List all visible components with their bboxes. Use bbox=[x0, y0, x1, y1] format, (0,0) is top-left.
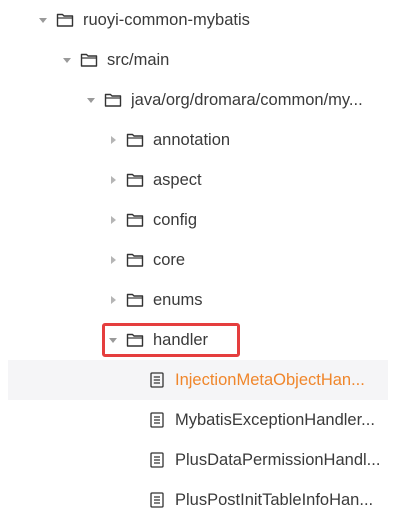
tree-node-label: ruoyi-common-mybatis bbox=[83, 10, 250, 29]
tree-node-label: PlusDataPermissionHandl... bbox=[175, 450, 381, 469]
folder-icon bbox=[126, 251, 144, 269]
tree-node-label: handler bbox=[153, 330, 209, 349]
tree-node-java-package[interactable]: java/org/dromara/common/my... bbox=[0, 80, 400, 120]
folder-icon bbox=[56, 11, 74, 29]
tree-node-label: annotation bbox=[153, 130, 231, 149]
folder-icon bbox=[126, 211, 144, 229]
file-icon bbox=[148, 371, 166, 389]
file-icon bbox=[148, 491, 166, 509]
tree-node-label: core bbox=[153, 250, 186, 269]
tree-node-ruoyi-common-mybatis[interactable]: ruoyi-common-mybatis bbox=[0, 0, 400, 40]
tree-node-label: java/org/dromara/common/my... bbox=[131, 90, 363, 109]
chevron-right-icon[interactable] bbox=[106, 133, 120, 147]
folder-icon bbox=[126, 131, 144, 149]
file-icon bbox=[148, 451, 166, 469]
file-icon bbox=[148, 411, 166, 429]
tree-node-plus-data-permission-handler[interactable]: PlusDataPermissionHandl... bbox=[0, 440, 400, 480]
tree-node-label: PlusPostInitTableInfoHan... bbox=[175, 490, 374, 509]
tree-node-label: enums bbox=[153, 290, 203, 309]
folder-icon bbox=[126, 291, 144, 309]
tree-node-mybatis-exception-handler[interactable]: MybatisExceptionHandler... bbox=[0, 400, 400, 440]
tree-node-label: MybatisExceptionHandler... bbox=[175, 410, 375, 429]
tree-node-enums[interactable]: enums bbox=[0, 280, 400, 320]
folder-icon bbox=[126, 171, 144, 189]
tree-node-core[interactable]: core bbox=[0, 240, 400, 280]
chevron-down-icon[interactable] bbox=[106, 333, 120, 347]
tree-node-label: config bbox=[153, 210, 198, 229]
chevron-down-icon[interactable] bbox=[60, 53, 74, 67]
folder-icon bbox=[80, 51, 98, 69]
chevron-down-icon[interactable] bbox=[36, 13, 50, 27]
tree-node-label: src/main bbox=[107, 50, 170, 69]
tree-node-plus-post-init-table-info-handler[interactable]: PlusPostInitTableInfoHan... bbox=[0, 480, 400, 520]
folder-icon bbox=[104, 91, 122, 109]
tree-node-handler[interactable]: handler bbox=[0, 320, 400, 360]
chevron-right-icon[interactable] bbox=[106, 293, 120, 307]
tree-node-label: aspect bbox=[153, 170, 202, 189]
tree-node-config[interactable]: config bbox=[0, 200, 400, 240]
tree-node-aspect[interactable]: aspect bbox=[0, 160, 400, 200]
chevron-right-icon[interactable] bbox=[106, 173, 120, 187]
chevron-right-icon[interactable] bbox=[106, 213, 120, 227]
chevron-right-icon[interactable] bbox=[106, 253, 120, 267]
tree-node-src-main[interactable]: src/main bbox=[0, 40, 400, 80]
file-tree: ruoyi-common-mybatis src/main java/org/d… bbox=[0, 0, 400, 520]
tree-node-label: InjectionMetaObjectHan... bbox=[175, 370, 365, 389]
folder-open-icon bbox=[126, 331, 144, 349]
tree-node-annotation[interactable]: annotation bbox=[0, 120, 400, 160]
chevron-down-icon[interactable] bbox=[84, 93, 98, 107]
tree-node-injection-meta-object-handler[interactable]: InjectionMetaObjectHan... bbox=[8, 360, 388, 400]
